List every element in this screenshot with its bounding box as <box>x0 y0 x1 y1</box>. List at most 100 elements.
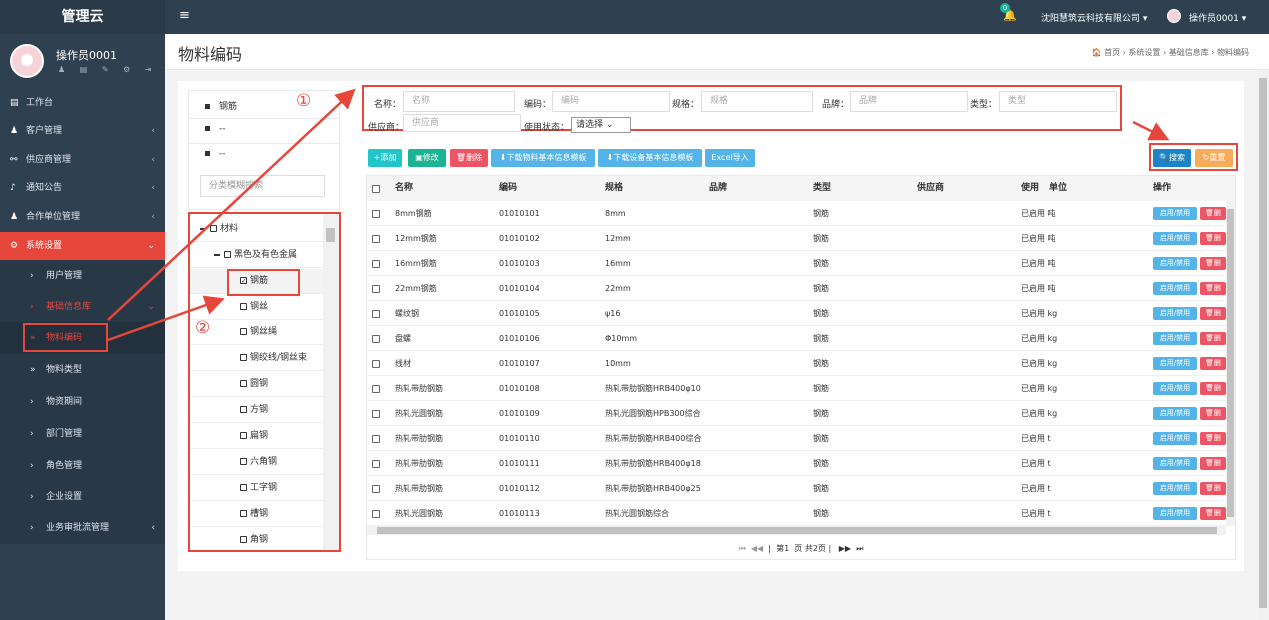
checkbox-icon[interactable] <box>240 536 247 543</box>
row-checkbox[interactable] <box>372 485 380 493</box>
toggle-enable-button[interactable]: 启用/禁用 <box>1153 457 1197 470</box>
row-delete-button[interactable]: 🗑删 <box>1200 407 1226 420</box>
name-input[interactable]: 名称 <box>403 91 515 112</box>
row-checkbox[interactable] <box>372 210 380 218</box>
user-name[interactable]: 操作员0001 <box>56 47 117 63</box>
category-item[interactable]: 钢筋 <box>205 99 237 112</box>
table-row[interactable]: 盘螺 01010106 Φ10mm 钢筋 已启用 kg 启用/禁用 🗑删 <box>367 326 1235 351</box>
row-delete-button[interactable]: 🗑删 <box>1200 282 1226 295</box>
next-page-icon[interactable]: ▶▶ <box>839 544 851 553</box>
row-checkbox[interactable] <box>372 235 380 243</box>
row-delete-button[interactable]: 🗑删 <box>1200 207 1226 220</box>
table-row[interactable]: 热轧光圆钢筋 01010113 热轧光圆钢筋综合 钢筋 已启用 t 启用/禁用 🗑删 <box>367 501 1235 526</box>
scroll-thumb[interactable] <box>1259 78 1267 608</box>
row-delete-button[interactable]: 🗑删 <box>1200 507 1226 520</box>
tree-node[interactable]: 方钢 <box>190 398 323 423</box>
prev-page-icon[interactable]: ◀◀ <box>751 544 763 553</box>
row-checkbox[interactable] <box>372 285 380 293</box>
operator-avatar[interactable] <box>1167 9 1181 23</box>
checkbox-icon[interactable] <box>240 303 247 310</box>
category-item[interactable]: -- <box>205 149 226 159</box>
tree-node[interactable]: 扁钢 <box>190 424 323 449</box>
tree-node[interactable]: 六角钢 <box>190 450 323 475</box>
toggle-enable-button[interactable]: 启用/禁用 <box>1153 432 1197 445</box>
row-delete-button[interactable]: 🗑删 <box>1200 357 1226 370</box>
code-input[interactable]: 编码 <box>552 91 670 112</box>
row-checkbox[interactable] <box>372 510 380 518</box>
row-delete-button[interactable]: 🗑删 <box>1200 232 1226 245</box>
checkbox-icon[interactable] <box>240 406 247 413</box>
sub-department[interactable]: › 部门管理 <box>0 418 165 450</box>
table-row[interactable]: 热轧带肋钢筋 01010110 热轧带肋钢筋HRB400综合 钢筋 已启用 t 启用/禁用… <box>367 426 1235 451</box>
checkbox-icon[interactable] <box>240 380 247 387</box>
row-checkbox[interactable] <box>372 460 380 468</box>
collapse-icon[interactable] <box>214 253 220 256</box>
table-row[interactable]: 螺纹钢 01010105 ψ16 钢筋 已启用 kg 启用/禁用 🗑删 <box>367 301 1235 326</box>
type-input[interactable]: 类型 <box>999 91 1117 112</box>
collapse-icon[interactable] <box>200 227 206 230</box>
row-checkbox[interactable] <box>372 435 380 443</box>
toggle-enable-button[interactable]: 启用/禁用 <box>1153 207 1197 220</box>
col-type[interactable]: 类型 <box>813 176 831 201</box>
tree-node[interactable]: 钢丝 <box>190 295 323 320</box>
table-row[interactable]: 22mm钢筋 01010104 22mm 钢筋 已启用 吨启用/禁用 🗑删 <box>367 276 1235 301</box>
nav-partner[interactable]: ♟ 合作单位管理 ‹ <box>0 203 165 231</box>
toggle-enable-button[interactable]: 启用/禁用 <box>1153 232 1197 245</box>
scroll-thumb[interactable] <box>1227 209 1234 517</box>
checkbox-icon[interactable] <box>240 354 247 361</box>
sub-company-settings[interactable]: › 企业设置 <box>0 481 165 513</box>
row-delete-button[interactable]: 🗑删 <box>1200 382 1226 395</box>
row-checkbox[interactable] <box>372 260 380 268</box>
tree-node[interactable]: 钢绞线/钢丝束 <box>190 346 323 371</box>
toggle-enable-button[interactable]: 启用/禁用 <box>1153 257 1197 270</box>
scroll-thumb[interactable] <box>377 527 1217 534</box>
avatar[interactable] <box>10 44 44 78</box>
toggle-enable-button[interactable]: 启用/禁用 <box>1153 407 1197 420</box>
operator-dropdown[interactable]: 操作员0001 ▾ <box>1189 11 1246 24</box>
nav-system-settings[interactable]: ⚙ 系统设置 ⌄ <box>0 232 165 260</box>
checkbox-icon[interactable] <box>240 510 247 517</box>
row-checkbox[interactable] <box>372 385 380 393</box>
category-item[interactable]: -- <box>205 124 226 134</box>
row-delete-button[interactable]: 🗑删 <box>1200 457 1226 470</box>
tree-node[interactable]: 黑色及有色金属 <box>190 243 323 268</box>
checkbox-icon[interactable] <box>240 328 247 335</box>
sub-role[interactable]: › 角色管理 <box>0 450 165 482</box>
toggle-enable-button[interactable]: 启用/禁用 <box>1153 382 1197 395</box>
category-search-input[interactable]: 分类模糊搜索 <box>200 175 325 197</box>
supplier-input[interactable]: 供应商 <box>403 114 521 132</box>
download-device-template-button[interactable]: ⬇下载设备基本信息模板 <box>598 149 702 167</box>
add-button[interactable]: +添加 <box>368 149 402 167</box>
table-row[interactable]: 热轧带肋钢筋 01010111 热轧带肋钢筋HRB400φ18 钢筋 已启用 t 启用/禁… <box>367 451 1235 476</box>
col-supplier[interactable]: 供应商 <box>917 176 944 201</box>
table-row[interactable]: 8mm钢筋 01010101 8mm 钢筋 已启用 吨启用/禁用 🗑删 <box>367 201 1235 226</box>
col-name[interactable]: 名称 <box>395 176 413 201</box>
user-action-icons[interactable]: ♟ ▤ ✎ ⚙ ⇥ <box>58 65 157 74</box>
breadcrumb[interactable]: 🏠 首页 › 系统设置 › 基础信息库 › 物料编码 <box>1092 47 1249 58</box>
row-delete-button[interactable]: 🗑删 <box>1200 257 1226 270</box>
tree-node[interactable]: 材料 <box>190 217 323 242</box>
nav-customer[interactable]: ♟ 客户管理 ‹ <box>0 117 165 145</box>
toggle-enable-button[interactable]: 启用/禁用 <box>1153 307 1197 320</box>
tree-scrollbar[interactable] <box>323 214 339 550</box>
excel-import-button[interactable]: Excel导入 <box>705 149 755 167</box>
menu-icon[interactable]: ≡ <box>179 8 190 23</box>
page-scrollbar[interactable] <box>1257 70 1269 620</box>
toggle-enable-button[interactable]: 启用/禁用 <box>1153 507 1197 520</box>
delete-button[interactable]: 🗑删除 <box>450 149 488 167</box>
select-all-checkbox[interactable] <box>372 185 380 193</box>
tree-node[interactable]: 角钢 <box>190 528 323 550</box>
col-spec[interactable]: 规格 <box>605 176 623 201</box>
table-vscrollbar[interactable] <box>1226 201 1235 526</box>
row-checkbox[interactable] <box>372 360 380 368</box>
spec-input[interactable]: 规格 <box>701 91 813 112</box>
row-delete-button[interactable]: 🗑删 <box>1200 482 1226 495</box>
checkbox-icon[interactable] <box>240 484 247 491</box>
scroll-thumb[interactable] <box>326 228 335 242</box>
table-row[interactable]: 线材 01010107 10mm 钢筋 已启用 kg 启用/禁用 🗑删 <box>367 351 1235 376</box>
toggle-enable-button[interactable]: 启用/禁用 <box>1153 332 1197 345</box>
nav-supplier[interactable]: ⚯ 供应商管理 ‹ <box>0 146 165 174</box>
col-brand[interactable]: 品牌 <box>709 176 727 201</box>
status-select[interactable]: 请选择 ⌄ <box>571 117 631 133</box>
toggle-enable-button[interactable]: 启用/禁用 <box>1153 482 1197 495</box>
